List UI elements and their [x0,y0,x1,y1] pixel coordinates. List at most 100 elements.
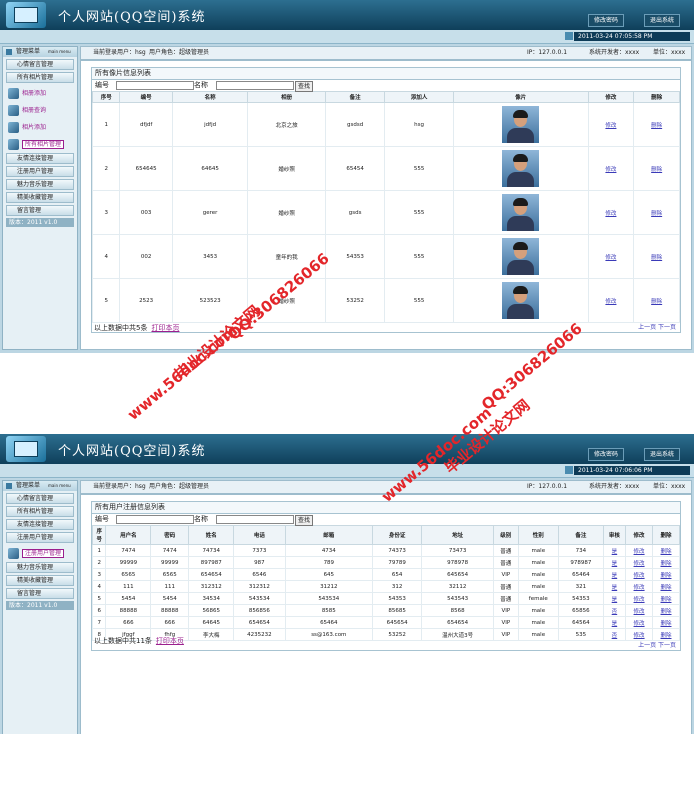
row-action-link[interactable]: 修改 [634,633,645,639]
action-cell: 否 [602,628,627,641]
row-action-link[interactable]: 是 [612,597,618,603]
row-action-link[interactable]: 修改 [605,123,616,129]
row-delete-link[interactable]: 删除 [660,561,671,567]
search-id-input[interactable] [116,515,194,524]
sidebar-item[interactable]: 留言管理 [6,588,74,599]
table-cell: VIP [492,568,519,581]
row-action-link[interactable]: 修改 [605,211,616,217]
row-action-link[interactable]: 否 [612,609,618,615]
change-password-button[interactable]: 修改密码 [588,14,625,27]
info-user: 当前登录用户：hsg [93,483,146,490]
row-delete-link[interactable]: 删除 [660,597,671,603]
row-delete-link[interactable]: 删除 [660,621,671,627]
status-bar: 2011-03-24 07:06:06 PM [0,464,694,478]
row-delete-link[interactable]: 删除 [651,123,662,129]
action-cell: 修改 [587,234,635,279]
table-cell: 312312 [188,580,235,593]
sidebar-photo-item[interactable]: 所有相片管理 [6,138,74,151]
sidebar-item[interactable]: 友情连接管理 [6,519,74,530]
search-button[interactable]: 查找 [295,515,314,526]
column-header: 审核 [602,525,627,545]
action-cell: 是 [602,616,627,629]
row-action-link[interactable]: 否 [612,633,618,639]
gap [0,353,694,434]
table-cell: 654645 [119,146,173,191]
search-id-input[interactable] [116,81,194,90]
row-action-link[interactable]: 修改 [634,597,645,603]
table-cell: 645654 [421,568,494,581]
row-action-link[interactable]: 是 [612,585,618,591]
logout-button[interactable]: 退出系统 [644,14,681,27]
table-cell: 温州大道3号 [421,628,494,641]
row-delete-link[interactable]: 删除 [660,609,671,615]
table-cell: male [517,544,559,557]
row-action-link[interactable]: 修改 [634,561,645,567]
row-delete-link[interactable]: 删除 [651,167,662,173]
row-delete-link[interactable]: 删除 [660,585,671,591]
pager-links[interactable]: 上一页 下一页 [92,323,680,332]
print-link[interactable]: 打印本页 [156,637,184,645]
row-action-link[interactable]: 修改 [634,573,645,579]
row-action-link[interactable]: 修改 [634,549,645,555]
sidebar-title-en: main menu [48,49,71,54]
sidebar-item[interactable]: 友情连接管理 [6,153,74,164]
row-action-link[interactable]: 修改 [634,585,645,591]
photo-cell [452,102,589,147]
row-action-link[interactable]: 修改 [634,621,645,627]
row-delete-link[interactable]: 删除 [660,549,671,555]
info-developer: 系统开发者：xxxx [589,483,640,490]
sidebar-item[interactable]: 精美收藏管理 [6,192,74,203]
row-delete-link[interactable]: 删除 [651,255,662,261]
sidebar-photo-item[interactable]: 注册用户管理 [6,547,74,560]
sidebar-item[interactable]: 注册用户管理 [6,166,74,177]
row-delete-link[interactable]: 删除 [651,299,662,305]
sidebar-item[interactable]: 所有相片管理 [6,72,74,83]
search-button[interactable]: 查找 [295,81,314,92]
table-cell: 1 [91,544,107,557]
row-action-link[interactable]: 是 [612,561,618,567]
row-action-link[interactable]: 修改 [605,299,616,305]
row-action-link[interactable]: 修改 [634,609,645,615]
sidebar-photo-item[interactable]: 相册查询 [6,104,74,117]
action-cell: 修改 [587,278,635,323]
column-header: 密码 [150,525,190,545]
sidebar-item[interactable]: 魅力音乐管理 [6,562,74,573]
status-bar: 2011-03-24 07:05:58 PM [0,30,694,44]
logout-button[interactable]: 退出系统 [644,448,681,461]
print-link[interactable]: 打印本页 [151,324,179,332]
sidebar-item[interactable]: 留言管理 [6,205,74,216]
action-cell: 修改 [625,616,653,629]
sidebar-item[interactable]: 心情留言管理 [6,59,74,70]
sidebar-item[interactable]: 精美收藏管理 [6,575,74,586]
sidebar-item[interactable]: 所有相片管理 [6,506,74,517]
row-action-link[interactable]: 修改 [605,167,616,173]
column-header: 姓名 [188,525,235,545]
action-cell: 是 [602,556,627,569]
portrait-hair [513,242,529,250]
row-delete-link[interactable]: 删除 [660,573,671,579]
row-action-link[interactable]: 是 [612,621,618,627]
search-name-input[interactable] [216,515,294,524]
table-cell: gsds [324,190,386,235]
row-action-link[interactable]: 是 [612,573,618,579]
sidebar-photo-item[interactable]: 相片添加 [6,121,74,134]
change-password-button[interactable]: 修改密码 [588,448,625,461]
action-cell: 删除 [633,278,680,323]
row-action-link[interactable]: 修改 [605,255,616,261]
table-cell: 99999 [105,556,152,569]
table-cell: 4 [91,234,121,279]
row-delete-link[interactable]: 删除 [660,633,671,639]
sidebar-photo-item[interactable]: 相册添加 [6,87,74,100]
row-delete-link[interactable]: 删除 [651,211,662,217]
table-row: 3 6565 6565 654654 6546 645 654 645654 VIP male 65… [91,568,680,581]
sidebar-item[interactable]: 注册用户管理 [6,532,74,543]
table-row: 2 99999 99999 897987 987 789 79789 978978 普通 male… [91,556,680,569]
action-cell: 删除 [652,628,680,641]
row-action-link[interactable]: 是 [612,549,618,555]
table-cell: ss@163.com [284,628,374,641]
table-cell: VIP [492,628,519,641]
sidebar-item[interactable]: 心情留言管理 [6,493,74,504]
sidebar-item[interactable]: 魅力音乐管理 [6,179,74,190]
search-name-input[interactable] [216,81,294,90]
table-cell: 321 [557,580,604,593]
